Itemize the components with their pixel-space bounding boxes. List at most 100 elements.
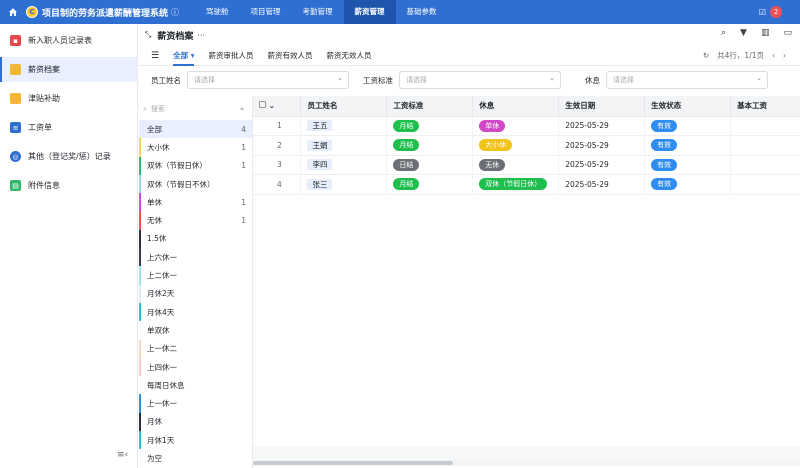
filter-rest-select[interactable]: 请选择 [606,70,768,89]
more-icon[interactable]: ··· [197,31,205,40]
category-item[interactable]: 上四休一 [139,357,252,377]
category-item[interactable]: 单休 1 [139,193,252,212]
col-header-name[interactable]: 员工姓名 [300,96,388,117]
table-row[interactable]: 1 王五 月结 单休 2025-05-29 有效 5,000. [253,116,800,136]
category-item[interactable]: 上一休二 [139,339,252,358]
category-item[interactable]: 上一休一 [139,394,252,413]
col-header-date[interactable]: 生效日期 [558,96,646,117]
task-check-icon[interactable]: ☑ [759,8,766,17]
col-header-salary[interactable]: 基本工资 [730,96,800,117]
rest-pill: 无休 [479,158,506,171]
comment-icon[interactable]: ▭ [783,28,792,38]
status-pill: 有效 [651,178,678,191]
employee-name-tag[interactable]: 王五 [307,120,333,132]
category-label: 上六休一 [147,252,177,262]
salary-table: ⌄ 员工姓名 工资标准 休息 生效日期 生效状态 基本工资 1 王五 月结 单休 202… [253,96,800,468]
pagination: ↻ 共4行，1/1页 ‹ › [703,46,786,66]
category-item[interactable]: 月休4天 [139,302,252,322]
category-item[interactable]: 月休 [139,412,252,432]
cell-salary: 5,000. [730,116,800,136]
employee-name-tag[interactable]: 张三 [307,178,333,190]
category-item[interactable]: 1.5休 [139,229,252,249]
app-title: 项目制的劳务派遣薪酬管理系统 [42,8,169,19]
tab-salary-approval[interactable]: 薪资审批人员 [208,46,253,66]
search-icon: ⌕ [143,104,147,113]
next-page-icon[interactable]: › [783,46,786,66]
category-item[interactable]: 双休（节假日不休） [139,174,252,194]
collapse-arrows-icon[interactable]: ⤡ [145,30,151,40]
category-item[interactable]: 全部 4 [139,120,252,139]
cell-date: 2025-05-29 [558,155,646,175]
tab-salary-valid[interactable]: 薪资有效人员 [267,46,312,66]
cell-name[interactable]: 王娟 [300,135,388,156]
category-item[interactable]: 上二休一 [139,266,252,285]
info-icon[interactable]: ⓘ [171,7,179,18]
table-row[interactable]: 4 张三 月结 双休（节假日休） 2025-05-29 有效 6,000. [253,174,800,195]
category-item[interactable]: 为空 [139,449,252,467]
table-row[interactable]: 2 王娟 月结 大小休 2025-05-29 有效 5,000. [253,135,800,156]
collapse-panel-icon[interactable]: « [240,105,244,113]
notification-badge[interactable]: 2 [770,6,782,18]
category-item[interactable]: 上六休一 [139,248,252,267]
top-right-tools: ☑ 2 [759,0,782,24]
nav-item-base-params[interactable]: 基础参数 [396,0,448,24]
sidebar-item-salary-archive[interactable]: 薪资档案 [0,57,137,82]
tab-salary-invalid[interactable]: 薪资无效人员 [326,46,371,66]
category-item[interactable]: 无休 1 [139,211,252,230]
col-header-standard[interactable]: 工资标准 [386,96,474,117]
nav-item-payroll[interactable]: 薪资管理 [343,0,396,24]
col-header-status[interactable]: 生效状态 [644,96,732,117]
collapse-sidebar-icon[interactable]: ≡‹ [117,450,128,460]
nav-item-dashboard[interactable]: 驾驶舱 [195,0,240,24]
cell-standard: 月结 [386,135,474,156]
employee-name-tag[interactable]: 李四 [307,159,333,171]
category-item[interactable]: 月休2天 [139,284,252,303]
tab-all[interactable]: 全部 ▾ [173,46,195,66]
home-icon[interactable] [0,0,26,24]
status-pill: 有效 [651,139,678,152]
category-item[interactable]: 单双休 [139,321,252,339]
sidebar-item-allowance[interactable]: 津贴补助 [0,86,137,111]
sidebar-item-other-records[interactable]: ◎ 其他（登记奖/惩）记录 [0,144,137,169]
employee-name-tag[interactable]: 王娟 [307,139,333,151]
sidebar-item-payslip[interactable]: ≡ 工资单 [0,115,137,140]
category-item[interactable]: 大小休 1 [139,138,252,157]
table-row[interactable]: 3 李四 日结 无休 2025-05-29 有效 4,500. [253,155,800,175]
search-icon[interactable]: ⌕ [721,28,726,38]
category-item[interactable]: 双休（节假日休） 1 [139,156,252,175]
cell-rest: 大小休 [472,135,560,156]
nav-item-projects[interactable]: 项目管理 [240,0,292,24]
row-number: 1 [253,116,302,136]
category-count: 4 [241,124,246,134]
category-count: 1 [241,197,246,207]
nav-item-attendance[interactable]: 考勤管理 [292,0,344,24]
cell-standard: 日结 [386,155,474,175]
app-logo: C [26,6,38,18]
category-search-input[interactable]: 搜索 [151,104,165,114]
filter-standard-select[interactable]: 请选择 [399,70,561,89]
category-item[interactable]: 每周日休息 [139,376,252,394]
filter-icon[interactable]: ▼ [740,28,747,38]
sidebar-item-new-hire[interactable]: ▪ 新入职人员记录表 [0,28,137,53]
category-label: 月休2天 [147,289,175,299]
cell-status: 有效 [644,116,732,136]
cell-name[interactable]: 张三 [300,174,388,195]
category-search[interactable]: ⌕ 搜索 « [143,100,248,118]
scrollbar-thumb[interactable] [253,461,453,465]
category-item[interactable]: 月休1天 [139,431,252,450]
select-all-checkbox[interactable] [259,101,266,109]
col-header-rest[interactable]: 休息 [472,96,560,117]
cell-date: 2025-05-29 [558,116,646,136]
menu-icon[interactable]: ☰ [151,51,159,61]
category-count: 1 [241,216,246,226]
filter-employee-select[interactable]: 请选择 [187,70,349,89]
cell-salary: 5,000. [730,135,800,156]
status-pill: 有效 [651,119,678,132]
chart-icon[interactable]: ▥ [761,28,770,38]
refresh-icon[interactable]: ↻ [703,46,709,66]
sidebar-item-attachments[interactable]: ▤ 附件信息 [0,173,137,198]
cell-name[interactable]: 王五 [300,116,388,136]
horizontal-scrollbar[interactable] [253,460,800,466]
cell-name[interactable]: 李四 [300,155,388,175]
prev-page-icon[interactable]: ‹ [772,46,775,66]
